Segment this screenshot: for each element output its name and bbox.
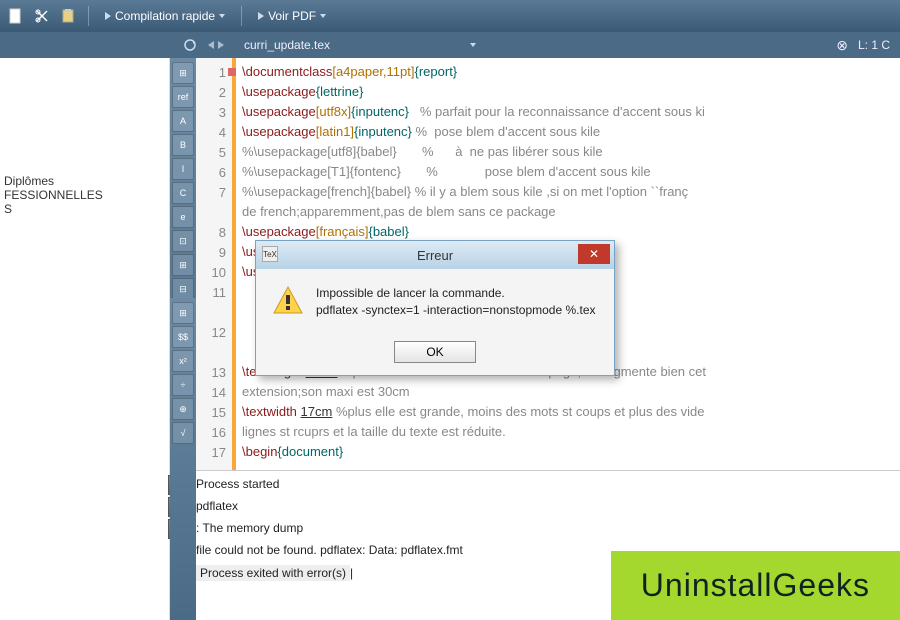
warning-icon: [272, 285, 304, 317]
cursor-position: L: 1 C: [858, 38, 890, 52]
dialog-body: Impossible de lancer la commande. pdflat…: [256, 269, 614, 335]
math-button[interactable]: x²: [172, 350, 194, 372]
dialog-message-2: pdflatex -synctex=1 -interaction=nonstop…: [316, 303, 596, 317]
paste-icon[interactable]: [58, 6, 78, 26]
dialog-footer: OK: [256, 335, 614, 375]
math-button[interactable]: $$: [172, 326, 194, 348]
structure-item[interactable]: Diplômes: [4, 174, 165, 188]
play-icon: [105, 12, 111, 20]
toolbar-divider: [241, 6, 242, 26]
console-line: pdflatex: [196, 499, 900, 513]
play-icon: [258, 12, 264, 20]
nav-back-forward[interactable]: [208, 41, 224, 49]
format-button[interactable]: ⊞: [172, 62, 194, 84]
console-exit-line: Process exited with error(s): [196, 565, 350, 581]
format-button[interactable]: A: [172, 110, 194, 132]
format-button[interactable]: e: [172, 206, 194, 228]
dialog-close-button[interactable]: ✕: [578, 244, 610, 264]
dialog-message-1: Impossible de lancer la commande.: [316, 286, 505, 300]
math-button[interactable]: ÷: [172, 374, 194, 396]
math-button[interactable]: ⊞: [172, 302, 194, 324]
tab-bar: curri_update.tex ⊗ L: 1 C: [0, 32, 900, 58]
math-sidebar: ⊞$$x²÷⊕√: [170, 298, 196, 620]
view-dropdown[interactable]: Voir PDF: [252, 7, 332, 25]
chevron-down-icon: [219, 14, 225, 18]
format-button[interactable]: ⊞: [172, 254, 194, 276]
refresh-icon[interactable]: [180, 35, 200, 55]
format-button[interactable]: ref: [172, 86, 194, 108]
structure-panel: DiplômesFESSIONNELLESS: [0, 58, 170, 620]
math-button[interactable]: √: [172, 422, 194, 444]
compile-dropdown[interactable]: Compilation rapide: [99, 7, 231, 25]
format-button[interactable]: C: [172, 182, 194, 204]
console-line: : The memory dump: [196, 521, 900, 535]
dialog-app-icon: TeX: [262, 246, 278, 262]
view-label: Voir PDF: [268, 9, 316, 23]
dialog-title-text: Erreur: [417, 248, 453, 263]
compile-label: Compilation rapide: [115, 9, 215, 23]
structure-item[interactable]: FESSIONNELLES: [4, 188, 165, 202]
error-dialog: TeX Erreur ✕ Impossible de lancer la com…: [255, 240, 615, 376]
line-gutter: 12345678910111213141516171819: [196, 58, 236, 470]
structure-item[interactable]: S: [4, 202, 165, 216]
back-icon[interactable]: [208, 41, 214, 49]
chevron-down-icon: [470, 43, 476, 47]
dialog-titlebar[interactable]: TeX Erreur ✕: [256, 241, 614, 269]
format-button[interactable]: ⊡: [172, 230, 194, 252]
forward-icon[interactable]: [218, 41, 224, 49]
tab-status-area: ⊗ L: 1 C: [836, 37, 890, 54]
chevron-down-icon: [320, 14, 326, 18]
math-button[interactable]: ⊕: [172, 398, 194, 420]
tab-filename: curri_update.tex: [244, 38, 330, 52]
format-button[interactable]: ⊟: [172, 278, 194, 300]
main-toolbar: Compilation rapide Voir PDF: [0, 0, 900, 32]
scissors-icon[interactable]: [32, 6, 52, 26]
watermark: UninstallGeeks: [611, 551, 900, 620]
toolbar-divider: [88, 6, 89, 26]
format-button[interactable]: I: [172, 158, 194, 180]
console-line: Process started: [196, 477, 900, 491]
file-tab[interactable]: curri_update.tex: [232, 35, 488, 55]
close-tab-icon[interactable]: ⊗: [836, 37, 848, 54]
ok-button[interactable]: OK: [394, 341, 476, 363]
file-icon[interactable]: [6, 6, 26, 26]
format-button[interactable]: B: [172, 134, 194, 156]
